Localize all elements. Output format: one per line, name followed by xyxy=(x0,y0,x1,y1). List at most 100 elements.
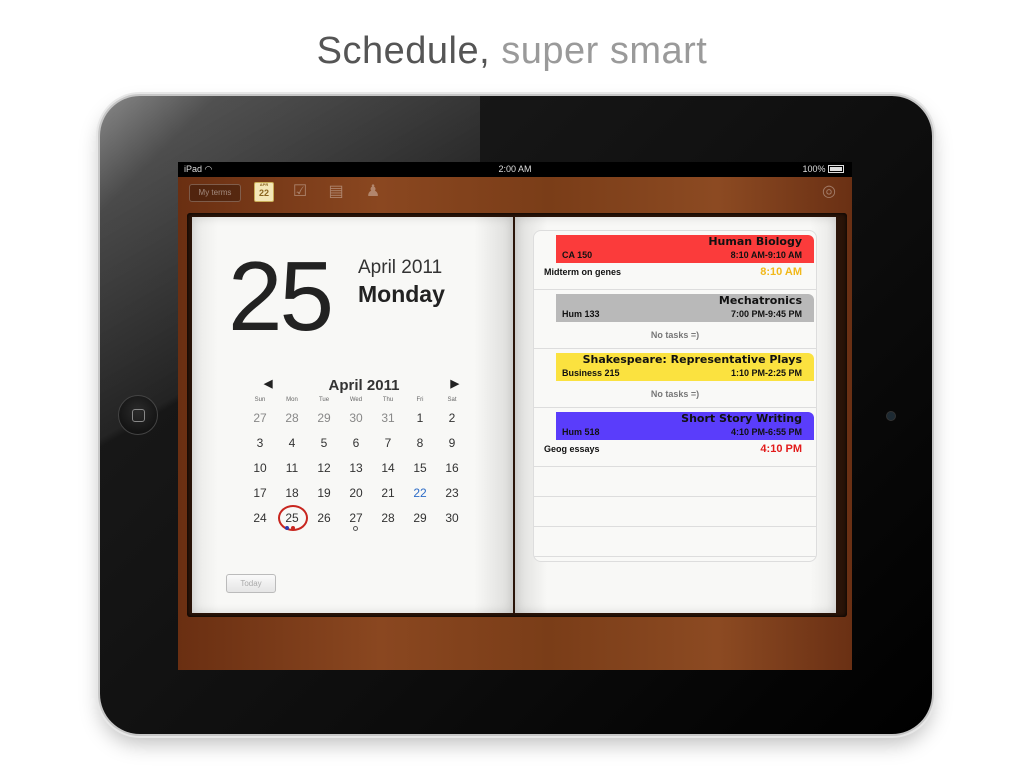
event-dot xyxy=(291,526,295,530)
day-number-text: 27 xyxy=(349,511,363,525)
no-tasks-label: No tasks =) xyxy=(650,330,700,340)
event-row[interactable]: Human Biology CA 150 8:10 AM-9:10 AM Mid… xyxy=(534,231,816,290)
dow-label: Sat xyxy=(447,397,457,403)
calendar-day[interactable]: 29 xyxy=(308,407,340,432)
calendar-day[interactable]: 31 xyxy=(372,407,404,432)
calendar-day[interactable]: 16 xyxy=(436,457,468,482)
calendar-day[interactable]: 20 xyxy=(340,482,372,507)
event-course-code: Hum 133 xyxy=(562,309,600,319)
calendar-day-selected[interactable]: 25 xyxy=(276,505,308,532)
event-dot xyxy=(285,526,289,530)
dow-label: Wed xyxy=(349,397,363,403)
calendar-day[interactable]: 15 xyxy=(404,457,436,482)
battery-icon xyxy=(828,165,844,173)
mini-calendar: ◀ April 2011 ▶ Sun Mon Tue Wed Thu Fri S… xyxy=(244,377,484,532)
next-month-icon[interactable]: ▶ xyxy=(451,377,459,390)
no-tasks-label: No tasks =) xyxy=(650,389,700,399)
home-button[interactable] xyxy=(118,395,158,435)
calendar-day[interactable]: 21 xyxy=(372,482,404,507)
event-dot xyxy=(353,526,358,531)
calendar-day[interactable]: 13 xyxy=(340,457,372,482)
event-row[interactable]: Mechatronics Hum 133 7:00 PM-9:45 PM No … xyxy=(534,290,816,349)
calendar-day[interactable]: 27 xyxy=(244,407,276,432)
calendar-day[interactable]: 6 xyxy=(340,432,372,457)
calendar-icon[interactable]: APR 22 xyxy=(254,182,274,202)
calendar-day[interactable]: 3 xyxy=(244,432,276,457)
task-label[interactable]: Midterm on genes xyxy=(544,267,621,277)
calendar-day[interactable]: 17 xyxy=(244,482,276,507)
dow-label: Tue xyxy=(318,397,330,403)
calendar-day[interactable]: 30 xyxy=(340,407,372,432)
weekday: Monday xyxy=(358,281,445,307)
empty-line xyxy=(534,497,816,527)
today-button[interactable]: Today xyxy=(226,574,276,593)
event-time: 8:10 AM-9:10 AM xyxy=(730,250,802,260)
schedule-page: Human Biology CA 150 8:10 AM-9:10 AM Mid… xyxy=(515,217,836,613)
event-time: 4:10 PM-6:55 PM xyxy=(730,427,802,437)
calendar-day[interactable]: 27 xyxy=(340,507,372,532)
day-number: 25 xyxy=(228,241,334,351)
tasks-check-icon[interactable]: ☑ xyxy=(289,181,311,203)
event-title: Human Biology xyxy=(708,235,802,248)
calendar-day[interactable]: 14 xyxy=(372,457,404,482)
calendar-day[interactable]: 8 xyxy=(404,432,436,457)
task-due-time: 8:10 AM xyxy=(760,266,802,278)
my-terms-button[interactable]: My terms xyxy=(189,184,241,202)
calendar-day[interactable]: 24 xyxy=(244,507,276,532)
calendar-day-today[interactable]: 22 xyxy=(404,482,436,507)
event-title: Mechatronics xyxy=(718,294,802,307)
event-time: 7:00 PM-9:45 PM xyxy=(730,309,802,319)
settings-icon[interactable]: ◎ xyxy=(818,181,840,203)
calendar-day[interactable]: 7 xyxy=(372,432,404,457)
calendar-day[interactable]: 23 xyxy=(436,482,468,507)
calendar-day[interactable]: 30 xyxy=(436,507,468,532)
task-label[interactable]: Geog essays xyxy=(544,444,600,454)
event-title: Shakespeare: Representative Plays xyxy=(582,353,802,366)
schedule-list: Human Biology CA 150 8:10 AM-9:10 AM Mid… xyxy=(533,230,817,562)
empty-line xyxy=(534,467,816,497)
event-time: 1:10 PM-2:25 PM xyxy=(730,368,802,378)
event-title: Short Story Writing xyxy=(681,412,802,425)
event-course-code: Hum 518 xyxy=(562,427,600,437)
calendar-day[interactable]: 11 xyxy=(276,457,308,482)
calendar-day[interactable]: 2 xyxy=(436,407,468,432)
task-due-time: 4:10 PM xyxy=(760,443,802,455)
calendar-icon-month: APR xyxy=(259,182,269,187)
prev-month-icon[interactable]: ◀ xyxy=(264,377,272,390)
month-year: April 2011 xyxy=(358,257,443,278)
status-time: 2:00 AM xyxy=(498,164,532,174)
dow-label: Fri xyxy=(416,397,424,403)
mini-calendar-header: ◀ April 2011 ▶ xyxy=(244,377,484,397)
calendar-day[interactable]: 10 xyxy=(244,457,276,482)
calendar-day[interactable]: 26 xyxy=(308,507,340,532)
dow-label: Sun xyxy=(254,397,266,403)
empty-line xyxy=(534,527,816,557)
headline: Schedule, super smart xyxy=(0,30,1024,73)
calendar-day[interactable]: 4 xyxy=(276,432,308,457)
dow-label: Mon xyxy=(286,397,298,403)
calendar-day[interactable]: 28 xyxy=(372,507,404,532)
calendar-day[interactable]: 1 xyxy=(404,407,436,432)
person-icon[interactable]: ♟ xyxy=(362,181,384,203)
battery-indicator: 100% xyxy=(802,162,844,177)
notes-icon[interactable]: ▤ xyxy=(325,181,347,203)
calendar-day[interactable]: 18 xyxy=(276,482,308,507)
calendar-day[interactable]: 12 xyxy=(308,457,340,482)
app-screen: iPad ◠ 2:00 AM 100% My terms APR 22 ☑ ▤ … xyxy=(178,162,852,670)
calendar-day[interactable]: 9 xyxy=(436,432,468,457)
calendar-day[interactable]: 5 xyxy=(308,432,340,457)
mini-calendar-title: April 2011 xyxy=(328,377,400,394)
headline-bold: Schedule, xyxy=(316,30,491,72)
mini-calendar-grid: Sun Mon Tue Wed Thu Fri Sat 27 28 29 30 … xyxy=(244,397,484,532)
event-row[interactable]: Shakespeare: Representative Plays Busine… xyxy=(534,349,816,408)
day-page: 25 April 2011 Monday ◀ April 2011 ▶ Sun … xyxy=(192,217,513,613)
selected-day-number: 25 xyxy=(285,511,299,525)
calendar-icon-day: 22 xyxy=(258,188,269,198)
event-course-code: Business 215 xyxy=(562,368,620,378)
toolbar: My terms APR 22 ☑ ▤ ♟ ◎ xyxy=(178,177,852,213)
home-square-icon xyxy=(132,409,145,422)
calendar-day[interactable]: 19 xyxy=(308,482,340,507)
calendar-day[interactable]: 28 xyxy=(276,407,308,432)
calendar-day[interactable]: 29 xyxy=(404,507,436,532)
event-row[interactable]: Short Story Writing Hum 518 4:10 PM-6:55… xyxy=(534,408,816,467)
